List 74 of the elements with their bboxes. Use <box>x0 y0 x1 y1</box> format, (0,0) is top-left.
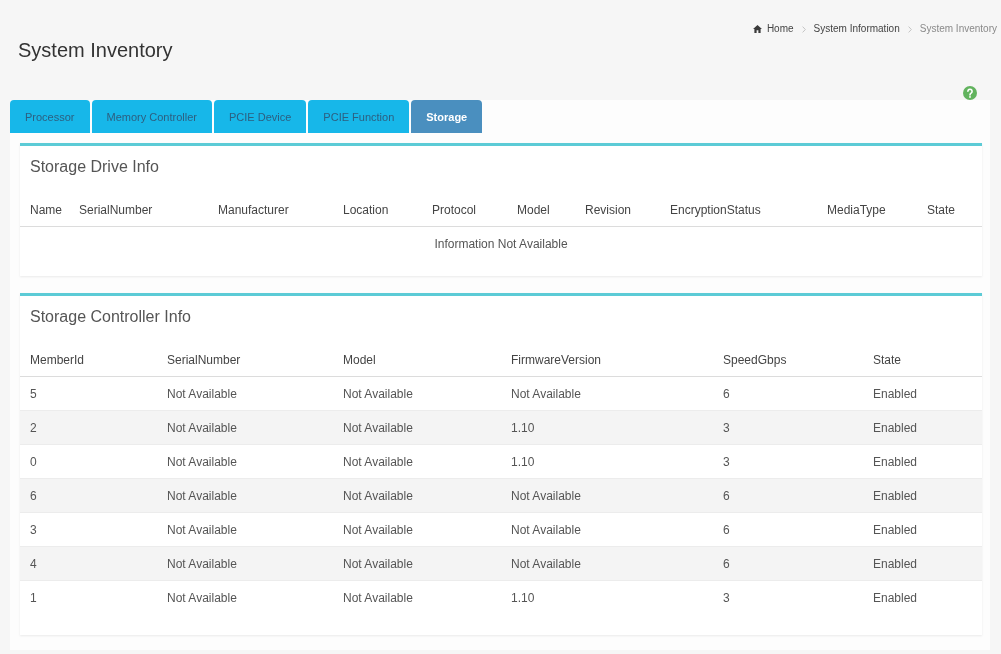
table-cell: 3 <box>713 580 863 614</box>
breadcrumb-separator-icon <box>907 25 912 33</box>
table-cell: 6 <box>713 546 863 581</box>
table-cell: Not Available <box>333 410 501 445</box>
table-cell: Enabled <box>863 410 982 445</box>
column-header: Name <box>20 194 69 227</box>
table-cell: Not Available <box>157 512 333 547</box>
table-cell: Not Available <box>157 376 333 411</box>
tab[interactable]: Processor <box>10 100 90 133</box>
column-header: MediaType <box>817 194 917 227</box>
table-cell: 1 <box>20 580 157 614</box>
table-cell: 3 <box>713 410 863 445</box>
table-cell: 6 <box>713 376 863 411</box>
table-cell: Not Available <box>157 546 333 581</box>
column-header: FirmwareVersion <box>501 344 713 377</box>
tab[interactable]: PCIE Device <box>214 100 307 133</box>
column-header: Model <box>507 194 575 227</box>
table-cell: 6 <box>713 478 863 513</box>
table-cell: 2 <box>20 410 157 445</box>
table-cell: Not Available <box>157 580 333 614</box>
table-cell: Not Available <box>501 546 713 581</box>
table-cell: Enabled <box>863 580 982 614</box>
column-header: Location <box>333 194 422 227</box>
table-cell: 5 <box>20 376 157 411</box>
home-icon <box>752 25 762 33</box>
table-cell: 1.10 <box>501 580 713 614</box>
column-header: State <box>863 344 982 377</box>
table-cell: Not Available <box>501 478 713 513</box>
table-cell: Not Available <box>333 478 501 513</box>
table-cell: Not Available <box>501 376 713 411</box>
table-cell: 6 <box>20 478 157 513</box>
table-cell: 6 <box>713 512 863 547</box>
empty-message: Information Not Available <box>20 226 982 261</box>
column-header: SpeedGbps <box>713 344 863 377</box>
table-cell: Enabled <box>863 376 982 411</box>
table-cell: 1.10 <box>501 410 713 445</box>
table-cell: Not Available <box>157 410 333 445</box>
table-cell: Enabled <box>863 444 982 479</box>
column-header: Revision <box>575 194 660 227</box>
table-cell: Not Available <box>157 444 333 479</box>
breadcrumb-link[interactable]: System Information <box>813 22 900 36</box>
column-header: State <box>917 194 982 227</box>
table-cell: Not Available <box>157 478 333 513</box>
card-title: Storage Controller Info <box>29 307 192 327</box>
table-cell: Not Available <box>333 546 501 581</box>
column-header: MemberId <box>20 344 157 377</box>
table-cell: Not Available <box>333 376 501 411</box>
column-header: Manufacturer <box>208 194 333 227</box>
table-cell: 3 <box>713 444 863 479</box>
table-cell: Not Available <box>333 444 501 479</box>
column-header: Model <box>333 344 501 377</box>
table-cell: Not Available <box>501 512 713 547</box>
table-cell: Enabled <box>863 546 982 581</box>
table-cell: Not Available <box>333 512 501 547</box>
table-cell: Not Available <box>333 580 501 614</box>
column-header: SerialNumber <box>157 344 333 377</box>
breadcrumb-link[interactable]: Home <box>752 22 794 36</box>
column-header: Protocol <box>422 194 507 227</box>
table-cell: Enabled <box>863 478 982 513</box>
tab[interactable]: Storage <box>411 100 483 133</box>
table-cell: 3 <box>20 512 157 547</box>
tab[interactable]: Memory Controller <box>91 100 212 133</box>
breadcrumb-current: System Inventory <box>919 22 997 36</box>
column-header: SerialNumber <box>69 194 208 227</box>
table-cell: 0 <box>20 444 157 479</box>
column-header: EncryptionStatus <box>660 194 817 227</box>
card-title: Storage Drive Info <box>29 157 160 177</box>
table-cell: Enabled <box>863 512 982 547</box>
page-title: System Inventory <box>18 38 173 62</box>
help-icon[interactable] <box>963 86 977 100</box>
tab[interactable]: PCIE Function <box>308 100 410 133</box>
table-cell: 1.10 <box>501 444 713 479</box>
breadcrumb-separator-icon <box>801 25 806 33</box>
table-cell: 4 <box>20 546 157 581</box>
